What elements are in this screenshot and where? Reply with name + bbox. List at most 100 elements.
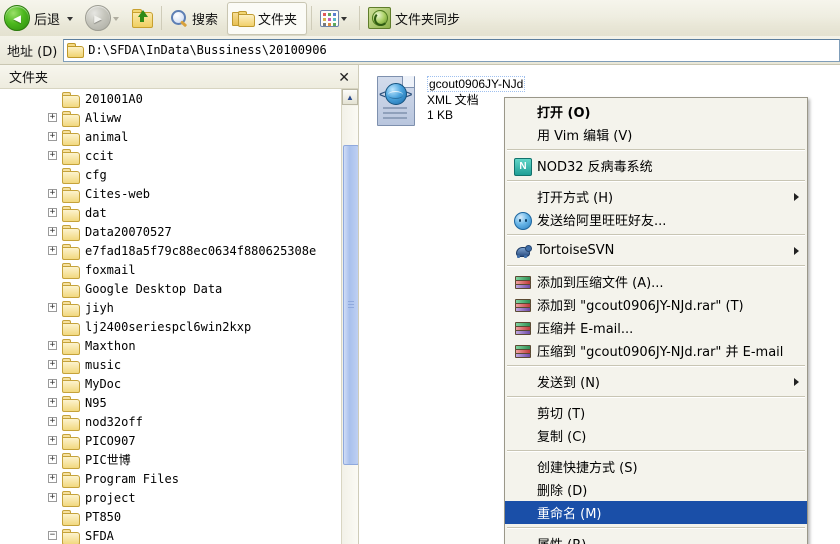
tree-item-mydoc[interactable]: + MyDoc [0, 374, 340, 393]
tree-item-dat[interactable]: + dat [0, 203, 340, 222]
scrollbar-thumb[interactable] [343, 145, 358, 465]
search-button[interactable]: 搜索 [166, 3, 227, 33]
tree-item-cfg[interactable]: cfg [0, 165, 340, 184]
tree-item-pico907[interactable]: + PICO907 [0, 431, 340, 450]
menu-item-10[interactable]: 添加到压缩文件 (A)... [505, 270, 807, 293]
expand-icon[interactable]: + [48, 208, 57, 217]
tree-item-project[interactable]: + project [0, 488, 340, 507]
expand-icon[interactable]: + [48, 303, 57, 312]
folders-pane-title: 文件夹 [9, 71, 49, 86]
collapse-icon[interactable]: − [48, 531, 57, 540]
expand-icon[interactable]: + [48, 132, 57, 141]
expand-icon[interactable]: + [48, 436, 57, 445]
folder-sync-button[interactable]: 文件夹同步 [364, 3, 469, 33]
expand-icon[interactable]: + [48, 360, 57, 369]
expand-icon[interactable]: + [48, 246, 57, 255]
menu-item-8[interactable]: TortoiseSVN [505, 239, 807, 262]
folders-button[interactable]: 文件夹 [227, 1, 308, 35]
menu-item-3[interactable]: NOD32 反病毒系统 [505, 154, 807, 177]
menu-item-24[interactable]: 属性 (R) [505, 532, 807, 544]
menu-item-20[interactable]: 创建快捷方式 (S) [505, 455, 807, 478]
tree-item-label: Google Desktop Data [85, 281, 223, 296]
tree-item-sfda[interactable]: − SFDA [0, 526, 340, 544]
tree-item-maxthon[interactable]: + Maxthon [0, 336, 340, 355]
menu-item-18[interactable]: 复制 (C) [505, 424, 807, 447]
folder-icon [62, 186, 80, 203]
tree-item-jiyh[interactable]: + jiyh [0, 298, 340, 317]
folder-icon [62, 167, 80, 184]
views-button[interactable] [316, 3, 355, 33]
menu-item-label: 发送到 (N) [537, 376, 601, 391]
tree-item-label: music [85, 357, 122, 372]
nod32-icon [514, 157, 532, 176]
close-icon[interactable]: ✕ [336, 69, 352, 85]
context-menu[interactable]: 打开 (O) 用 Vim 编辑 (V) NOD32 反病毒系统打开方式 (H) 发送给… [504, 97, 808, 544]
tree-item-cites-web[interactable]: + Cites-web [0, 184, 340, 203]
menu-item-5[interactable]: 打开方式 (H) [505, 185, 807, 208]
scrollbar-grip-icon [348, 301, 354, 309]
folder-icon [62, 357, 80, 374]
expand-icon[interactable]: + [48, 189, 57, 198]
menu-item-13[interactable]: 压缩到 "gcout0906JY-NJd.rar" 并 E-mail [505, 339, 807, 362]
tree-item-n95[interactable]: + N95 [0, 393, 340, 412]
tree-item-pt850[interactable]: PT850 [0, 507, 340, 526]
menu-item-0[interactable]: 打开 (O) [505, 100, 807, 123]
menu-item-6[interactable]: 发送给阿里旺旺好友... [505, 208, 807, 231]
menu-item-12[interactable]: 压缩并 E-mail... [505, 316, 807, 339]
file-size: 1 KB [427, 108, 454, 122]
tree-item-data20070527[interactable]: + Data20070527 [0, 222, 340, 241]
back-button-label: 后退 [34, 12, 61, 28]
tree-item-label: 201001A0 [85, 91, 143, 106]
expand-icon[interactable]: + [48, 455, 57, 464]
folder-tree-scrollbar[interactable]: ▲ [341, 89, 358, 544]
expand-icon[interactable]: + [48, 341, 57, 350]
forward-button[interactable]: ► [81, 3, 127, 33]
tree-item-lj2400seriespcl6win2kxp[interactable]: lj2400seriespcl6win2kxp [0, 317, 340, 336]
expand-icon[interactable]: + [48, 227, 57, 236]
menu-item-label: 添加到 "gcout0906JY-NJd.rar" (T) [537, 299, 744, 314]
expand-icon[interactable]: + [48, 493, 57, 502]
explorer-window: ◄ 后退 ► 搜索 文件夹 文件夹同步 地址 (D) D:\SFDA\InDat… [0, 0, 840, 544]
menu-item-15[interactable]: 发送到 (N) [505, 370, 807, 393]
tree-item-ccit[interactable]: + ccit [0, 146, 340, 165]
folder-icon [62, 300, 80, 317]
expand-icon[interactable]: + [48, 113, 57, 122]
folder-tree[interactable]: 201001A0 + Aliww + animal + ccit cfg + Cites-web +… [0, 89, 340, 544]
expand-icon[interactable]: + [48, 379, 57, 388]
views-dropdown-caret-icon[interactable] [341, 17, 348, 21]
tree-item-nod32off[interactable]: + nod32off [0, 412, 340, 431]
back-dropdown-caret-icon[interactable] [67, 17, 74, 21]
menu-item-1[interactable]: 用 Vim 编辑 (V) [505, 123, 807, 146]
up-one-level-button[interactable] [127, 3, 157, 33]
file-type: XML 文档 [427, 93, 479, 107]
tree-item-label: MyDoc [85, 376, 122, 391]
tree-item-google-desktop-data[interactable]: Google Desktop Data [0, 279, 340, 298]
expand-icon[interactable]: + [48, 151, 57, 160]
tree-item-program-files[interactable]: + Program Files [0, 469, 340, 488]
folder-icon [62, 433, 80, 450]
folder-icon [62, 395, 80, 412]
scroll-up-button[interactable]: ▲ [342, 89, 358, 105]
menu-item-11[interactable]: 添加到 "gcout0906JY-NJd.rar" (T) [505, 293, 807, 316]
menu-item-22[interactable]: 重命名 (M) [505, 501, 807, 524]
tree-item-music[interactable]: + music [0, 355, 340, 374]
menu-item-21[interactable]: 删除 (D) [505, 478, 807, 501]
back-button[interactable]: ◄ 后退 [0, 3, 81, 33]
tree-item-animal[interactable]: + animal [0, 127, 340, 146]
expand-icon[interactable]: + [48, 417, 57, 426]
expand-icon[interactable]: + [48, 398, 57, 407]
tree-item-aliww[interactable]: + Aliww [0, 108, 340, 127]
tree-item-foxmail[interactable]: foxmail [0, 260, 340, 279]
forward-dropdown-caret-icon[interactable] [113, 17, 120, 21]
folders-pane-header: 文件夹 ✕ [0, 65, 358, 89]
file-list-item[interactable]: < > gcout0906JY-NJd XML 文档 1 KB [373, 75, 526, 127]
address-input[interactable]: D:\SFDA\InData\Bussiness\20100906 [63, 38, 840, 62]
folder-icon [62, 243, 80, 260]
menu-item-17[interactable]: 剪切 (T) [505, 401, 807, 424]
tree-item-e7fad18a5f79c88ec0634f880625308e[interactable]: + e7fad18a5f79c88ec0634f880625308e [0, 241, 340, 260]
menu-item-label: 压缩到 "gcout0906JY-NJd.rar" 并 E-mail [537, 345, 784, 360]
tree-item-201001a0[interactable]: 201001A0 [0, 89, 340, 108]
expand-icon[interactable]: + [48, 474, 57, 483]
tree-item-pic-[interactable]: + PIC世博 [0, 450, 340, 469]
menu-separator [507, 180, 805, 182]
